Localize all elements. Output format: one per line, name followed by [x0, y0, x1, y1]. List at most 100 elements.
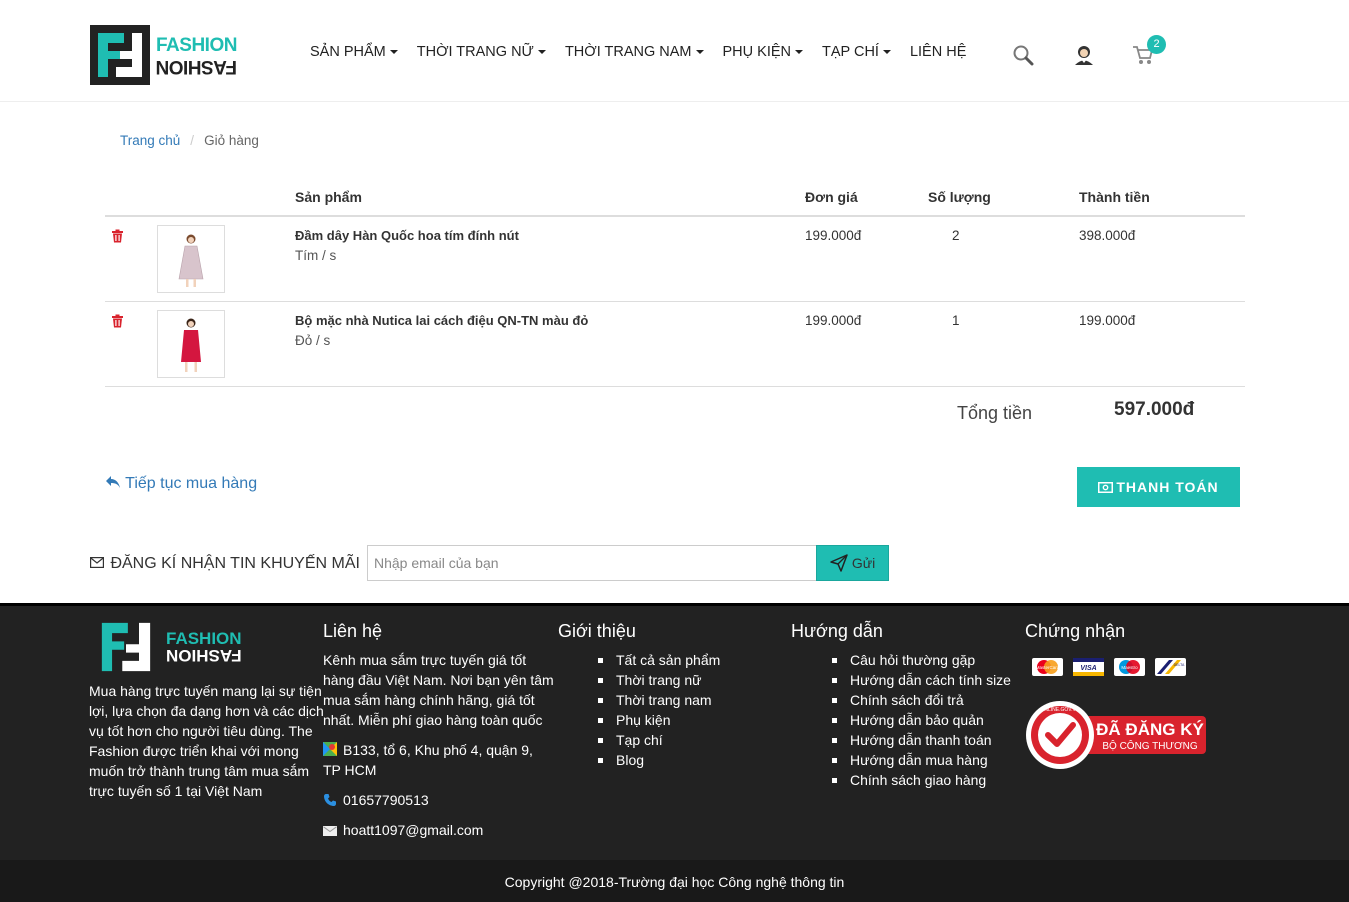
copyright-bar: Copyright @2018-Trường đại học Công nghệ… [0, 860, 1349, 902]
row-divider [105, 386, 1245, 387]
footer-phone[interactable]: 01657790513 [323, 790, 429, 810]
footer-link[interactable]: Chính sách giao hàng [832, 770, 1011, 790]
breadcrumb-home-link[interactable]: Trang chủ [120, 133, 180, 148]
footer-cert-title: Chứng nhận [1025, 621, 1126, 641]
footer-link[interactable]: Hướng dẫn bảo quản [832, 710, 1011, 730]
unit-price: 199.000đ [805, 228, 862, 243]
site-logo[interactable]: FASHION FASHION [90, 25, 250, 85]
newsletter-label-text: ĐĂNG KÍ NHẬN TIN KHUYẾN MÃI [110, 555, 360, 572]
nav-item-men[interactable]: THỜI TRANG NAM [565, 44, 704, 60]
footer-guide-title: Hướng dẫn [791, 621, 883, 641]
footer-logo[interactable]: FASHION FASHION [98, 621, 258, 673]
caret-down-icon [882, 50, 891, 55]
logo-mark-icon [90, 25, 150, 85]
maestro-text: Maestro [1121, 665, 1138, 670]
unit-price: 199.000đ [805, 313, 862, 328]
newsletter-label: ĐĂNG KÍ NHẬN TIN KHUYẾN MÃI [90, 555, 360, 573]
col-header-unit-price: Đơn giá [805, 189, 858, 205]
envelope-icon [90, 557, 105, 569]
visa-text: VISA [1080, 665, 1096, 672]
badge-main-text: ĐÃ ĐĂNG KÝ [1096, 719, 1204, 739]
footer-link[interactable]: Thời trang nữ [598, 670, 720, 690]
newsletter-submit-button[interactable]: Gửi [816, 545, 889, 581]
cart-count-badge: 2 [1147, 35, 1166, 54]
total-label: Tổng tiền [957, 403, 1033, 423]
mail-icon [323, 826, 337, 836]
product-thumbnail[interactable] [157, 310, 225, 378]
send-icon [830, 554, 848, 572]
ministry-registered-icon: ONLINE.GOV.VN ĐÃ ĐĂNG KÝ BỘ CÔNG THƯƠNG [1026, 701, 1206, 769]
table-header-divider [105, 215, 1245, 217]
product-name-link[interactable]: Đầm dây Hàn Quốc hoa tím đính nút [295, 228, 519, 243]
product-name-link[interactable]: Bộ mặc nhà Nutica lai cách điệu QN-TN mà… [295, 313, 588, 328]
checkout-button[interactable]: THANH TOÁN [1077, 467, 1240, 507]
nav-item-magazine[interactable]: TẠP CHÍ [822, 44, 891, 60]
map-icon [323, 742, 337, 756]
footer-link[interactable]: Phụ kiện [598, 710, 720, 730]
product-thumbnail[interactable] [157, 225, 225, 293]
total-value: 597.000đ [1114, 399, 1195, 420]
footer-email[interactable]: hoatt1097@gmail.com [323, 820, 483, 840]
breadcrumb-current: Giỏ hàng [204, 133, 259, 148]
continue-shopping-label: Tiếp tục mua hàng [125, 475, 258, 492]
footer-link[interactable]: Blog [598, 750, 720, 770]
footer-link[interactable]: Câu hỏi thường gặp [832, 650, 1011, 670]
delta-card-icon: DELTA [1155, 658, 1186, 676]
logo-text-mirrored: FASHION [156, 56, 237, 77]
caret-down-icon [795, 50, 804, 55]
newsletter-submit-label: Gửi [851, 555, 876, 571]
nav-item-contact[interactable]: LIÊN HỆ [910, 44, 966, 60]
mastercard-text: MasterCard [1036, 665, 1060, 670]
caret-down-icon [695, 50, 704, 55]
main-nav: SẢN PHẨM THỜI TRANG NỮ THỜI TRANG NAM PH… [310, 44, 985, 60]
footer-phone-text: 01657790513 [343, 792, 429, 808]
footer-link[interactable]: Hướng dẫn mua hàng [832, 750, 1011, 770]
footer-contact-intro: Kênh mua sắm trực tuyến giá tốt hàng đầu… [323, 652, 554, 728]
continue-shopping-link[interactable]: Tiếp tục mua hàng [105, 475, 257, 493]
site-header: FASHION FASHION SẢN PHẨM THỜI TRANG NỮ T… [0, 0, 1349, 102]
badge-sub-text: BỘ CÔNG THƯƠNG [1102, 739, 1197, 752]
trash-icon[interactable] [111, 314, 124, 328]
mastercard-icon: MasterCard [1032, 658, 1063, 676]
subtotal: 199.000đ [1079, 313, 1136, 328]
visa-icon: VISA [1073, 658, 1104, 676]
product-variant: Tím / s [295, 248, 337, 263]
footer-link[interactable]: Hướng dẫn thanh toán [832, 730, 1011, 750]
registered-badge[interactable]: ONLINE.GOV.VN ĐÃ ĐĂNG KÝ BỘ CÔNG THƯƠNG [1026, 701, 1208, 771]
product-variant: Đỏ / s [295, 333, 331, 348]
footer-link[interactable]: Tất cả sản phẩm [598, 650, 720, 670]
badge-ring-text: ONLINE.GOV.VN [1041, 707, 1080, 713]
footer-contact-title: Liên hệ [323, 621, 383, 641]
logo-text: FASHION [156, 35, 237, 56]
caret-down-icon [389, 50, 398, 55]
search-icon[interactable] [1012, 44, 1034, 66]
nav-item-products[interactable]: SẢN PHẨM [310, 44, 398, 60]
footer-link[interactable]: Thời trang nam [598, 690, 720, 710]
breadcrumb: Trang chủ / Giỏ hàng [120, 133, 259, 148]
row-divider [105, 301, 1245, 302]
footer-link[interactable]: Chính sách đổi trả [832, 690, 1011, 710]
col-header-product: Sản phẩm [295, 189, 362, 205]
newsletter-email-input[interactable] [367, 545, 817, 581]
maestro-icon: Maestro [1114, 658, 1145, 676]
footer-email-text: hoatt1097@gmail.com [343, 822, 484, 838]
quantity-value[interactable]: 1 [952, 313, 960, 328]
footer-about-text: Mua hàng trực tuyến mang lại sự tiện lợi… [89, 683, 324, 799]
col-header-subtotal: Thành tiền [1079, 189, 1150, 205]
nav-item-women[interactable]: THỜI TRANG NỮ [417, 44, 546, 60]
footer-link[interactable]: Hướng dẫn cách tính size [832, 670, 1011, 690]
logo-text-mirrored: FASHION [166, 646, 242, 665]
footer-guide-list: Câu hỏi thường gặp Hướng dẫn cách tính s… [832, 650, 1011, 790]
footer-intro-list: Tất cả sản phẩm Thời trang nữ Thời trang… [598, 650, 720, 770]
copyright-text: Copyright @2018-Trường đại học Công nghệ… [504, 874, 845, 890]
logo-mark-icon [101, 622, 151, 672]
footer-link[interactable]: Tạp chí [598, 730, 720, 750]
col-header-quantity: Số lượng [928, 189, 991, 205]
nav-item-accessories[interactable]: PHỤ KIỆN [723, 44, 804, 60]
quantity-value[interactable]: 2 [952, 228, 960, 243]
footer-address-text: B133, tổ 6, Khu phố 4, quận 9, TP HCM [323, 742, 533, 778]
trash-icon[interactable] [111, 229, 124, 243]
footer-intro-title: Giới thiệu [558, 621, 636, 641]
user-icon[interactable] [1073, 44, 1095, 66]
site-footer: FASHION FASHION Mua hàng trực tuyến mang… [0, 603, 1349, 902]
